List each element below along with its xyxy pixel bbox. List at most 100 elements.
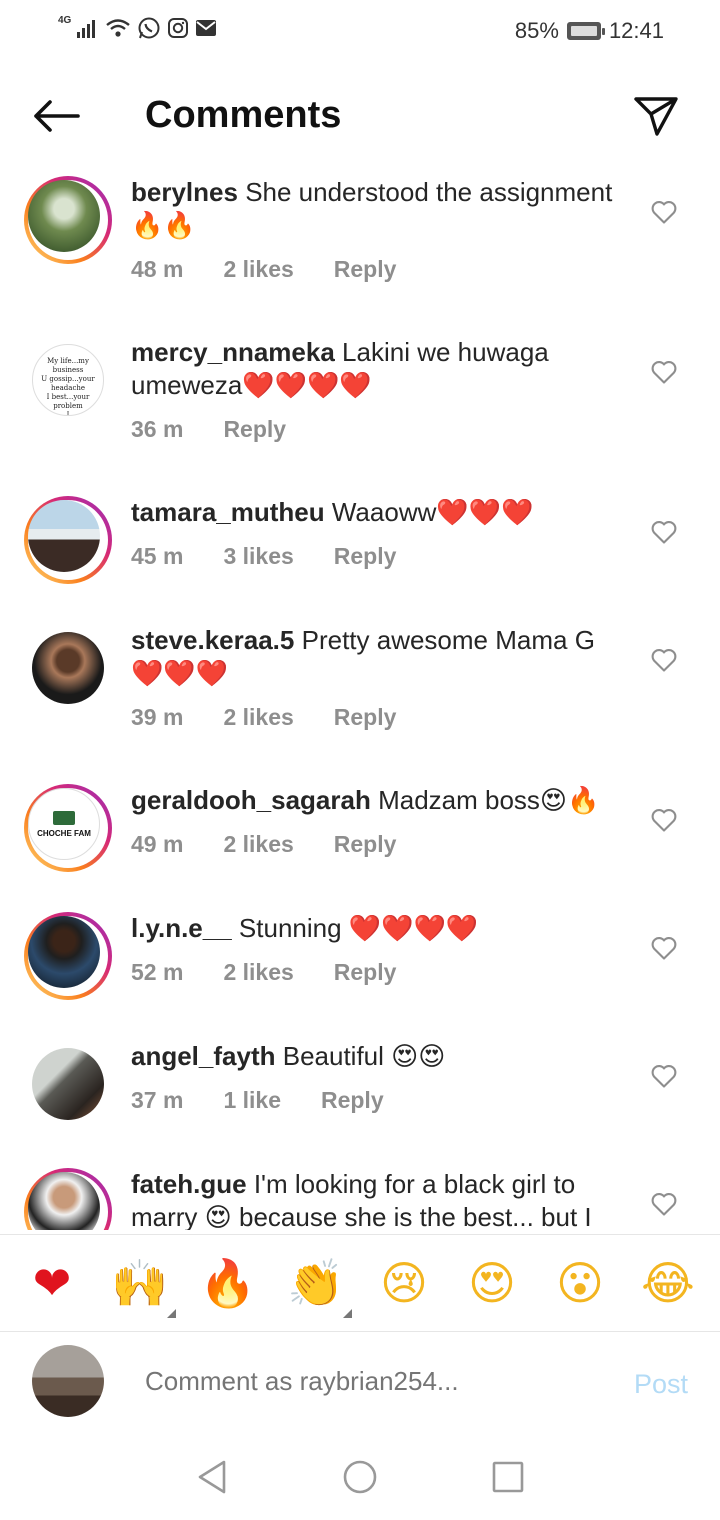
fire-emoji-button[interactable]: 🔥 <box>188 1260 268 1306</box>
like-heart-icon[interactable] <box>650 806 678 834</box>
avatar[interactable]: My life...my business U gossip...your hea… <box>24 336 112 424</box>
comment-time: 37 m <box>131 1087 184 1113</box>
avatar[interactable] <box>24 1040 112 1128</box>
avatar[interactable] <box>24 496 112 584</box>
battery-icon <box>566 22 605 40</box>
reply-button[interactable]: Reply <box>223 416 286 443</box>
comment-row: fateh.gue I'm looking for a black girl t… <box>0 1164 720 1230</box>
avatar[interactable]: CHOCHE FAM <box>24 784 112 872</box>
like-heart-icon[interactable] <box>650 518 678 546</box>
comment-time: 36 m <box>131 416 184 442</box>
like-heart-icon[interactable] <box>650 198 678 226</box>
nav-back-button[interactable] <box>190 1455 234 1499</box>
post-button[interactable]: Post <box>634 1369 688 1400</box>
square-recents-icon <box>492 1461 524 1493</box>
comment-likes[interactable]: 2 likes <box>223 831 293 858</box>
comment-text: berylnes She understood the assignment 🔥… <box>131 176 631 242</box>
avatar[interactable] <box>24 176 112 264</box>
reply-button[interactable]: Reply <box>334 959 397 986</box>
comment-username[interactable]: mercy_nnameka <box>131 337 335 367</box>
comment-time: 49 m <box>131 831 184 857</box>
comment-username[interactable]: tamara_mutheu <box>131 497 325 527</box>
like-heart-icon[interactable] <box>650 934 678 962</box>
send-icon <box>634 97 678 136</box>
battery-percent: 85% <box>514 18 559 43</box>
arrow-left-icon <box>34 100 80 132</box>
skin-tone-indicator <box>167 1309 176 1318</box>
my-avatar <box>32 1345 104 1417</box>
comment-likes[interactable]: 2 likes <box>223 959 293 986</box>
comment-row: steve.keraa.5 Pretty awesome Mama G ❤️❤️… <box>0 620 720 780</box>
comment-time: 45 m <box>131 543 184 569</box>
status-icons-left: 4G <box>58 14 217 40</box>
like-heart-icon[interactable] <box>650 358 678 386</box>
reply-button[interactable]: Reply <box>334 543 397 570</box>
reply-button[interactable]: Reply <box>334 831 397 858</box>
comment-message: Stunning ❤️❤️❤️❤️ <box>238 913 479 943</box>
laughing-tears-emoji-button[interactable]: 😂 <box>628 1260 708 1306</box>
instagram-icon <box>168 18 189 38</box>
comment-time: 39 m <box>131 704 184 730</box>
comment-composer: Post <box>0 1333 720 1433</box>
comment-text: l.y.n.e__ Stunning ❤️❤️❤️❤️ <box>131 912 631 945</box>
status-bar: 4G 85% 12:41 <box>0 0 720 62</box>
comment-text: tamara_mutheu Waaoww❤️❤️❤️ <box>131 496 631 529</box>
header: Comments <box>0 62 720 172</box>
reply-button[interactable]: Reply <box>321 1087 384 1114</box>
comment-text: fateh.gue I'm looking for a black girl t… <box>131 1168 631 1230</box>
status-icons-right: 85% 12:41 <box>515 18 664 44</box>
comment-username[interactable]: geraldooh_sagarah <box>131 785 371 815</box>
comment-text: steve.keraa.5 Pretty awesome Mama G ❤️❤️… <box>131 624 631 690</box>
back-button[interactable] <box>28 92 84 140</box>
comment-username[interactable]: steve.keraa.5 <box>131 625 294 655</box>
comment-username[interactable]: angel_fayth <box>131 1041 276 1071</box>
network-type: 4G <box>58 14 72 26</box>
whatsapp-icon <box>138 17 160 39</box>
circle-home-icon <box>343 1460 377 1494</box>
avatar[interactable] <box>24 624 112 712</box>
comment-list[interactable]: berylnes She understood the assignment 🔥… <box>0 168 720 1230</box>
skin-tone-indicator <box>343 1309 352 1318</box>
comment-text: geraldooh_sagarah Madzam boss😍🔥 <box>131 784 631 817</box>
avatar[interactable] <box>24 912 112 1000</box>
signal-icon <box>77 20 96 38</box>
comment-username[interactable]: berylnes <box>131 177 238 207</box>
like-heart-icon[interactable] <box>650 1062 678 1090</box>
system-nav-bar <box>0 1434 720 1520</box>
like-heart-icon[interactable] <box>650 646 678 674</box>
comment-likes[interactable]: 3 likes <box>223 543 293 570</box>
comment-username[interactable]: fateh.gue <box>131 1169 247 1199</box>
comment-likes[interactable]: 2 likes <box>223 256 293 283</box>
comment-row: berylnes She understood the assignment 🔥… <box>0 172 720 332</box>
comment-text: mercy_nnameka Lakini we huwaga umeweza❤️… <box>131 336 631 402</box>
crying-face-emoji-button[interactable]: 😢 <box>364 1260 444 1306</box>
nav-home-button[interactable] <box>338 1455 382 1499</box>
clapping-hands-emoji-button[interactable]: 👏 <box>276 1260 356 1318</box>
comment-username[interactable]: l.y.n.e__ <box>131 913 232 943</box>
reply-button[interactable]: Reply <box>334 704 397 731</box>
surprised-face-emoji-button[interactable]: 😮 <box>540 1260 620 1306</box>
comment-row: My life...my business U gossip...your hea… <box>0 332 720 492</box>
wifi-icon <box>106 19 131 37</box>
comment-text: angel_fayth Beautiful 😍😍 <box>131 1040 631 1073</box>
clock: 12:41 <box>608 18 664 43</box>
emoji-reaction-bar: ❤ 🙌 🔥 👏 😢 😍 😮 😂 <box>0 1234 720 1332</box>
share-button[interactable] <box>630 92 682 140</box>
comment-likes[interactable]: 2 likes <box>223 704 293 731</box>
raised-hands-emoji-button[interactable]: 🙌 <box>100 1260 180 1318</box>
comment-message: Waaoww❤️❤️❤️ <box>331 497 534 527</box>
comment-input[interactable] <box>145 1366 585 1397</box>
comment-time: 48 m <box>131 256 184 282</box>
comment-likes[interactable]: 1 like <box>223 1087 281 1114</box>
comment-message: Madzam boss😍🔥 <box>378 785 600 815</box>
heart-emoji-button[interactable]: ❤ <box>12 1260 92 1306</box>
avatar[interactable] <box>24 1168 112 1230</box>
nav-recents-button[interactable] <box>486 1455 530 1499</box>
comment-time: 52 m <box>131 959 184 985</box>
like-heart-icon[interactable] <box>650 1190 678 1218</box>
page-title: Comments <box>145 94 342 136</box>
comment-message: Beautiful 😍😍 <box>282 1041 446 1071</box>
heart-eyes-emoji-button[interactable]: 😍 <box>452 1260 532 1306</box>
reply-button[interactable]: Reply <box>334 256 397 283</box>
mail-icon <box>196 20 217 36</box>
